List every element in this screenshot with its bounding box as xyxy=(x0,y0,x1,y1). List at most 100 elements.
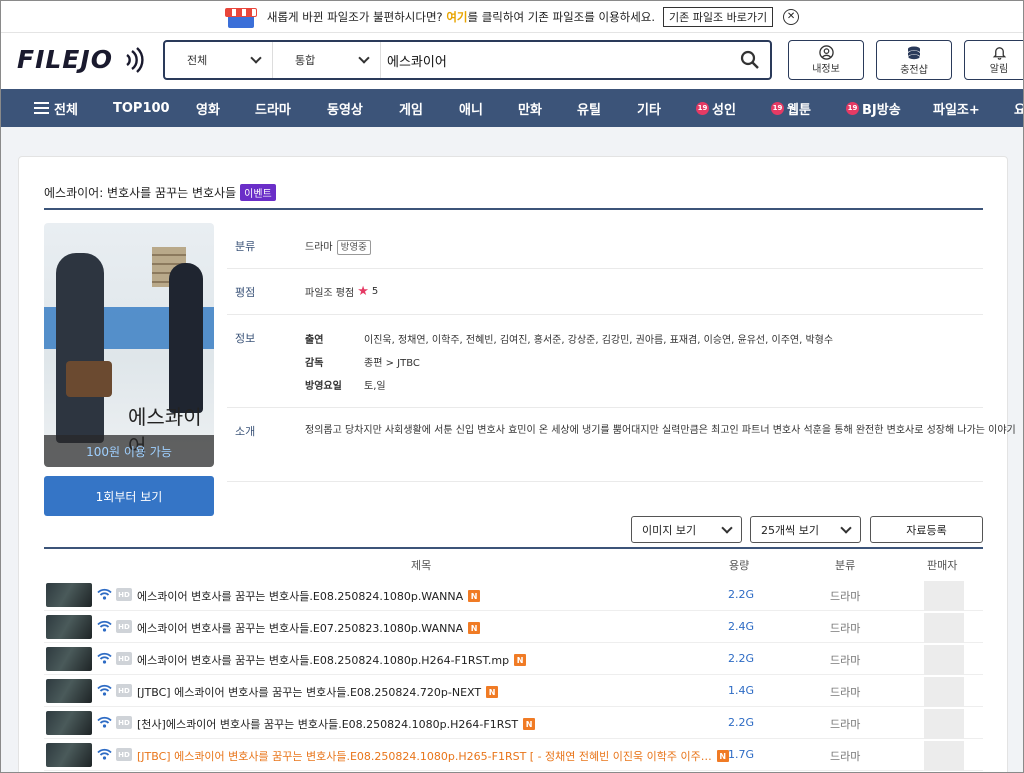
event-badge: 이벤트 xyxy=(240,184,276,201)
mypage-label: 내정보 xyxy=(812,64,840,75)
hd-badge: HD xyxy=(116,684,132,697)
row-title[interactable]: 에스콰이어 변호사를 꿈꾸는 변호사들.E07.250823.1080p.WAN… xyxy=(137,620,481,636)
row-thumbnail[interactable] xyxy=(46,647,92,671)
row-seller-blurred[interactable] xyxy=(924,709,964,739)
per-page-value: 25개씩 보기 xyxy=(761,523,819,537)
mypage-button[interactable]: 내정보 xyxy=(788,40,864,80)
search-icon xyxy=(740,50,759,69)
search-type-select[interactable]: 통합 xyxy=(273,42,381,78)
site-header: FILEJO 전체 통합 에스콰이어 내정보 충전샵 알림 xyxy=(1,33,1023,89)
per-page-select[interactable]: 25개씩 보기 xyxy=(750,516,861,543)
chevron-down-icon xyxy=(250,52,262,64)
notice-banner: 새롭게 바뀐 파일조가 불편하시다면? 여기 를 클릭하여 기존 파일조를 이용하… xyxy=(1,1,1023,33)
row-thumbnail[interactable] xyxy=(46,679,92,703)
site-logo[interactable]: FILEJO xyxy=(17,45,144,74)
row-thumbnail[interactable] xyxy=(46,711,92,735)
title-divider xyxy=(44,208,983,210)
nav-bj-label: BJ방송 xyxy=(862,102,901,118)
row-seller-blurred[interactable] xyxy=(924,613,964,643)
close-banner-icon[interactable]: ✕ xyxy=(783,8,800,25)
row-title-text: [JTBC] 에스콰이어 변호사를 꿈꾸는 변호사들.E08.250824.10… xyxy=(137,750,712,763)
row-seller-blurred[interactable] xyxy=(924,741,964,771)
nav-all-menu[interactable]: 전체 xyxy=(34,89,78,127)
signal-wave-icon xyxy=(126,47,144,73)
alarm-button[interactable]: 알림 xyxy=(964,40,1023,80)
row-thumbnail[interactable] xyxy=(46,743,92,767)
row-seller-blurred[interactable] xyxy=(924,677,964,707)
nav-item-filejo-plus[interactable]: 파일조+ xyxy=(933,89,980,127)
hd-badge: HD xyxy=(116,748,132,761)
row-size: 2.2G xyxy=(728,716,755,729)
category-label: 분류 xyxy=(235,240,256,253)
nav-item-webtoon[interactable]: 19 웹툰 xyxy=(771,89,811,127)
table-row[interactable]: HD [JTBC] 에스콰이어 변호사를 꿈꾸는 변호사들.E08.250824.… xyxy=(44,675,983,707)
legacy-site-button[interactable]: 기존 파일조 바로가기 xyxy=(663,6,774,27)
poster-image[interactable]: 에스콰이어 100원 이용 가능 xyxy=(44,223,214,467)
row-title-text: [천사]에스콰이어 변호사를 꿈꾸는 변호사들.E08.250824.1080p… xyxy=(137,718,519,731)
row-title[interactable]: 에스콰이어 변호사를 꿈꾸는 변호사들.E08.250824.1080p.H26… xyxy=(137,652,527,668)
hd-badge: HD xyxy=(116,652,132,665)
row-seller-blurred[interactable] xyxy=(924,581,964,611)
nav-item-util[interactable]: 유틸 xyxy=(577,89,601,127)
table-row[interactable]: HD [천사]에스콰이어 변호사를 꿈꾸는 변호사들.E08.250824.108… xyxy=(44,707,983,739)
nav-item-bj[interactable]: 19 BJ방송 xyxy=(846,89,901,127)
nav-item-cut[interactable]: 요 xyxy=(1014,89,1023,127)
logo-text: FILEJO xyxy=(17,45,113,74)
info-row-details: 정보 출연 이진욱, 정채연, 이학주, 전혜빈, 김여진, 홍서준, 강상준,… xyxy=(227,315,983,408)
table-row[interactable]: HD [JTBC] 에스콰이어 변호사를 꿈꾸는 변호사들.E08.250824.… xyxy=(44,739,983,771)
row-title-text: 에스콰이어 변호사를 꿈꾸는 변호사들.E07.250823.1080p.WAN… xyxy=(137,622,464,635)
nav-item-anime[interactable]: 애니 xyxy=(459,89,483,127)
user-icon xyxy=(818,45,834,60)
charge-shop-button[interactable]: 충전샵 xyxy=(876,40,952,80)
table-row[interactable]: HD 에스콰이어 변호사를 꿈꾸는 변호사들.E08.250824.1080p.H… xyxy=(44,643,983,675)
nav-item-drama[interactable]: 드라마 xyxy=(255,89,291,127)
register-button[interactable]: 자료등록 xyxy=(870,516,983,543)
watch-from-ep1-button[interactable]: 1회부터 보기 xyxy=(44,476,214,516)
bell-icon xyxy=(992,47,1006,60)
row-thumbnail[interactable] xyxy=(46,583,92,607)
col-category-header: 분류 xyxy=(835,559,856,572)
intro-label: 소개 xyxy=(235,425,256,438)
search-scope-select[interactable]: 전체 xyxy=(165,42,273,78)
new-badge: N xyxy=(468,590,481,602)
nav-item-game[interactable]: 게임 xyxy=(399,89,423,127)
director-label: 감독 xyxy=(305,358,324,369)
view-mode-select[interactable]: 이미지 보기 xyxy=(631,516,742,543)
row-seller-blurred[interactable] xyxy=(924,645,964,675)
availability-label: 100원 이용 가능 xyxy=(44,435,214,467)
row-category: 드라마 xyxy=(830,654,861,667)
new-badge: N xyxy=(523,718,536,730)
coins-icon xyxy=(907,46,921,60)
info-row-rating: 평점 파일조 평점 ★ 5 xyxy=(227,269,983,315)
banner-text-after: 를 클릭하여 기존 파일조를 이용하세요. xyxy=(467,9,656,24)
row-title[interactable]: [JTBC] 에스콰이어 변호사를 꿈꾸는 변호사들.E08.250824.10… xyxy=(137,748,729,764)
nav-item-top100[interactable]: TOP100 xyxy=(113,89,170,127)
wifi-icon xyxy=(97,716,112,728)
new-badge: N xyxy=(716,750,729,762)
row-title[interactable]: [JTBC] 에스콰이어 변호사를 꿈꾸는 변호사들.E08.250824.72… xyxy=(137,684,499,700)
store-icon xyxy=(224,6,257,28)
charge-shop-label: 충전샵 xyxy=(900,64,928,76)
wifi-icon xyxy=(97,748,112,760)
alarm-label: 알림 xyxy=(989,64,1009,75)
table-row[interactable]: HD 에스콰이어 변호사를 꿈꾸는 변호사들.E08.250824.1080p.W… xyxy=(44,579,983,611)
table-row[interactable]: HD 에스콰이어 변호사를 꿈꾸는 변호사들.E07.250823.1080p.W… xyxy=(44,611,983,643)
row-title[interactable]: 에스콰이어 변호사를 꿈꾸는 변호사들.E08.250824.1080p.WAN… xyxy=(137,588,481,604)
intro-value: 정의롭고 당차지만 사회생활에 서툰 신입 변호사 효민이 온 세상에 냉기를 … xyxy=(305,425,1016,436)
banner-link[interactable]: 여기 xyxy=(446,9,467,25)
row-category: 드라마 xyxy=(830,686,861,699)
new-badge: N xyxy=(468,622,481,634)
airday-value: 토,일 xyxy=(364,381,386,392)
nav-item-movie[interactable]: 영화 xyxy=(196,89,220,127)
nav-item-adult[interactable]: 19 성인 xyxy=(696,89,736,127)
row-thumbnail[interactable] xyxy=(46,615,92,639)
search-input[interactable] xyxy=(381,42,730,78)
hd-badge: HD xyxy=(116,716,132,729)
search-button[interactable] xyxy=(730,42,770,78)
row-title[interactable]: [천사]에스콰이어 변호사를 꿈꾸는 변호사들.E08.250824.1080p… xyxy=(137,716,536,732)
nav-item-video[interactable]: 동영상 xyxy=(327,89,363,127)
nav-item-comic[interactable]: 만화 xyxy=(518,89,542,127)
col-title-header: 제목 xyxy=(411,559,432,572)
new-badge: N xyxy=(514,654,527,666)
nav-item-etc[interactable]: 기타 xyxy=(637,89,661,127)
